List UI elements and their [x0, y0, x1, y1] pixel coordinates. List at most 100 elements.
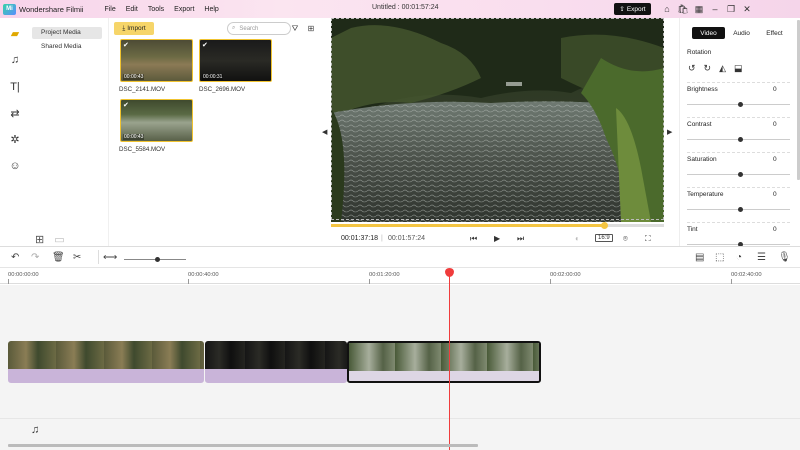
collapse-right-icon[interactable]: ▶ [667, 128, 672, 136]
export-button[interactable]: ⇪ Export [614, 3, 651, 15]
folder-outline-icon[interactable]: ▭ [54, 233, 64, 246]
timeline-ruler[interactable]: 00:00:00:00 00:00:40:00 00:01:20:00 00:0… [0, 268, 800, 284]
tint-label: Tint [687, 226, 698, 233]
slider-handle[interactable] [738, 102, 743, 107]
timeline-scrollbar[interactable] [8, 444, 478, 447]
media-thumbnail[interactable]: ✔ 00:00:43 [120, 99, 193, 142]
media-thumbnail[interactable]: ✔ 00:00:43 [120, 39, 193, 82]
timeline-clip[interactable] [205, 341, 347, 383]
collapse-left-icon[interactable]: ◀ [322, 128, 327, 136]
mask-icon[interactable]: ◐ [575, 234, 580, 243]
music-track-icon: ♫ [31, 424, 40, 436]
aspect-ratio-button[interactable]: 16:9 [595, 234, 613, 242]
media-thumbnail[interactable]: ✔ 00:00:31 [199, 39, 272, 82]
media-duration: 00:00:31 [202, 74, 224, 80]
saturation-label: Saturation [687, 156, 717, 163]
river-scene [331, 18, 664, 222]
menu-edit[interactable]: Edit [126, 6, 138, 13]
effects-icon[interactable]: ✲ [8, 132, 22, 146]
subnav-shared-media[interactable]: Shared Media [32, 41, 102, 53]
properties-panel: Video Audio Effect Rotation ↺ ↻ ◭ ⬓ Brig… [679, 18, 800, 247]
home-icon[interactable]: ⌂ [662, 3, 672, 15]
crop-icon[interactable]: ⬚ [715, 252, 724, 263]
slider-handle[interactable] [738, 172, 743, 177]
render-icon[interactable]: ▤ [695, 252, 704, 263]
media-panel: ⤓ Import ⌕ Search ⛛ ⊞ ✔ 00:00:43 DSC_214… [108, 18, 323, 246]
rotate-left-icon[interactable]: ↺ [688, 63, 696, 74]
ruler-tick [188, 279, 189, 284]
rotate-right-icon[interactable]: ↻ [704, 63, 712, 74]
divider [687, 222, 790, 223]
filter-icon[interactable]: ⛛ [289, 22, 301, 35]
brightness-label: Brightness [687, 86, 718, 93]
playback-progress-handle[interactable] [601, 222, 608, 229]
close-icon[interactable]: ✕ [742, 3, 752, 15]
ruler-tick [731, 279, 732, 284]
step-forward-icon[interactable]: ⏭ [517, 234, 524, 244]
new-folder-icon[interactable]: ⊞ [35, 233, 44, 246]
playhead-line[interactable] [449, 270, 450, 450]
timeline-zoom-handle[interactable] [155, 257, 160, 262]
menu-bar: File Edit Tools Export Help [104, 6, 218, 13]
snapshot-icon[interactable]: ⌾ [623, 234, 628, 244]
app-logo: Mi [3, 3, 16, 15]
grid-view-icon[interactable]: ⊞ [305, 22, 317, 35]
flip-vertical-icon[interactable]: ⬓ [734, 63, 743, 74]
text-icon[interactable]: T| [8, 80, 22, 94]
contrast-label: Contrast [687, 121, 712, 128]
tab-effect[interactable]: Effect [758, 27, 791, 39]
redo-icon[interactable]: ↷ [31, 252, 39, 263]
tint-slider[interactable] [687, 242, 790, 247]
menu-file[interactable]: File [104, 6, 115, 13]
transition-icon[interactable]: ⇄ [8, 106, 22, 120]
timeline-clip[interactable] [8, 341, 204, 383]
brightness-slider[interactable] [687, 102, 790, 107]
subnav-project-media[interactable]: Project Media [32, 27, 102, 39]
ruler-tick [550, 279, 551, 284]
layout-icon[interactable]: ▦ [694, 3, 704, 15]
menu-export[interactable]: Export [174, 6, 194, 13]
saturation-slider[interactable] [687, 172, 790, 177]
total-time: 00:01:57:24 [388, 234, 425, 242]
import-button[interactable]: ⤓ Import [114, 22, 154, 35]
check-icon: ✔ [123, 102, 129, 109]
folder-icon[interactable]: ▰ [8, 26, 22, 40]
slider-handle[interactable] [738, 207, 743, 212]
search-input[interactable]: ⌕ Search [227, 22, 291, 35]
contrast-slider[interactable] [687, 137, 790, 142]
player-controls: 00:01:37:18 | 00:01:57:24 ⏮ ▶ ⏭ ◐ 16:9 ⌾… [331, 230, 664, 246]
properties-tabs: Video Audio Effect [692, 27, 791, 39]
restore-icon[interactable]: ❐ [726, 3, 736, 15]
speed-icon[interactable]: ◔ [736, 252, 742, 263]
fullscreen-icon[interactable]: ⛶ [645, 234, 651, 244]
undo-icon[interactable]: ↶ [11, 252, 19, 263]
fit-timeline-icon[interactable]: ⟷ [103, 252, 117, 263]
sticker-icon[interactable]: ☺ [8, 159, 22, 173]
music-icon[interactable]: ♫ [8, 53, 22, 67]
media-name: DSC_2141.MOV [119, 86, 166, 93]
timeline-clip-selected[interactable] [347, 341, 541, 383]
menu-tools[interactable]: Tools [148, 6, 164, 13]
shop-icon[interactable]: 🛍 [677, 3, 688, 15]
tab-video[interactable]: Video [692, 27, 725, 39]
temperature-slider[interactable] [687, 207, 790, 212]
temperature-label: Temperature [687, 191, 724, 198]
play-icon[interactable]: ▶ [494, 234, 500, 243]
search-icon: ⌕ [232, 25, 236, 31]
minimize-icon[interactable]: – [710, 3, 720, 15]
playback-progress-fill [331, 224, 604, 227]
menu-help[interactable]: Help [204, 6, 218, 13]
preview-video [331, 18, 664, 222]
microphone-icon[interactable]: 🎙 [778, 252, 791, 263]
split-icon[interactable]: ✂ [73, 252, 81, 263]
document-title: Untitled : 00:01:57:24 [372, 4, 439, 11]
slider-handle[interactable] [738, 137, 743, 142]
adjust-icon[interactable]: ☰ [757, 252, 766, 263]
delete-icon[interactable]: 🗑 [52, 252, 65, 263]
step-back-icon[interactable]: ⏮ [470, 234, 477, 244]
timeline-toolbar: ↶ ↷ 🗑 ✂ ⟷ ▤ ⬚ ◔ ☰ 🎙 [0, 246, 800, 268]
saturation-value: 0 [773, 156, 777, 163]
tab-audio[interactable]: Audio [725, 27, 758, 39]
media-duration: 00:00:43 [123, 134, 145, 140]
flip-horizontal-icon[interactable]: ◭ [719, 63, 726, 74]
